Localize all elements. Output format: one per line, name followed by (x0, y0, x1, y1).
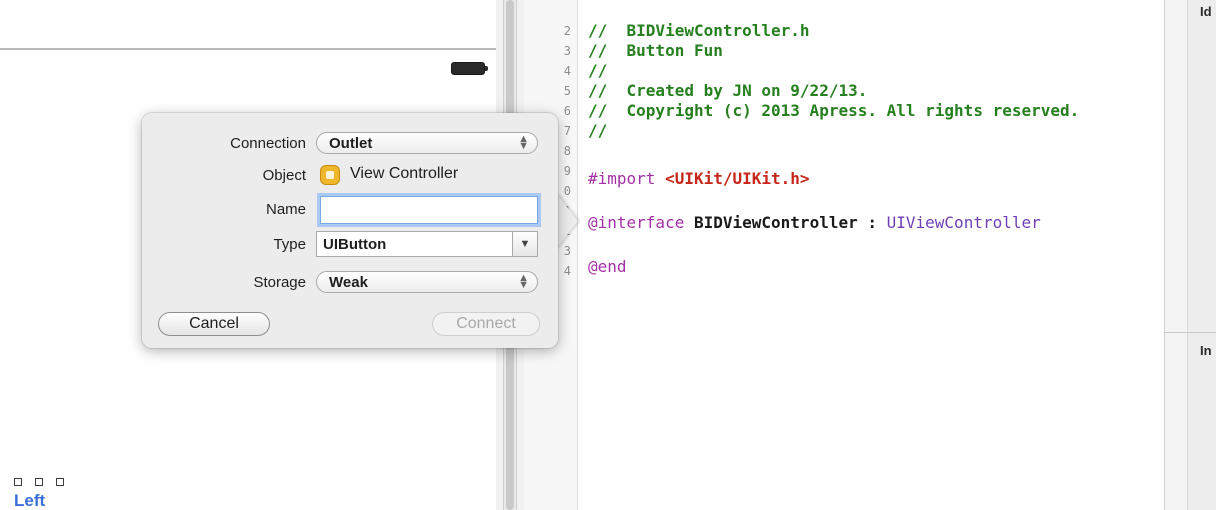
line-number: 5 (563, 84, 571, 98)
object-label: Object (262, 167, 306, 184)
connection-popover: Connection Outlet ▲ ▼ Object View Control… (142, 113, 558, 348)
selection-handles[interactable] (14, 478, 84, 492)
code-token: @interface (588, 213, 694, 232)
code-line[interactable]: @end (588, 257, 627, 277)
code-token: // BIDViewController.h (588, 21, 810, 40)
code-editor[interactable]: // BIDViewController.h// Button Fun//// … (578, 0, 1164, 510)
storage-value: Weak (329, 274, 368, 291)
code-token: BIDViewController : (693, 213, 887, 232)
connect-button[interactable]: Connect (432, 312, 540, 336)
resize-handle-icon[interactable] (35, 478, 43, 486)
up-down-stepper-icon: ▲ ▼ (518, 133, 529, 152)
line-number: 3 (563, 44, 571, 58)
view-controller-icon (320, 165, 340, 185)
code-token: // Copyright (c) 2013 Apress. All rights… (588, 101, 1080, 120)
code-token: UIViewController (886, 213, 1041, 232)
code-line[interactable]: // (588, 121, 607, 141)
inspector-section-label: Id (1200, 4, 1212, 19)
connection-label: Connection (230, 135, 306, 152)
code-line[interactable]: #import <UIKit/UIKit.h> (588, 169, 810, 189)
code-line[interactable]: // BIDViewController.h (588, 21, 810, 41)
name-field[interactable] (320, 196, 538, 224)
object-value: View Controller (350, 165, 459, 182)
code-line[interactable]: // Copyright (c) 2013 Apress. All rights… (588, 101, 1079, 121)
utilities-inspector: Id In (1164, 0, 1216, 510)
code-line[interactable]: // (588, 61, 607, 81)
up-down-stepper-icon: ▲ ▼ (518, 272, 529, 291)
code-line[interactable]: // Button Fun (588, 41, 723, 61)
storage-popup-button[interactable]: Weak ▲ ▼ (316, 271, 538, 293)
connection-popup-button[interactable]: Outlet ▲ ▼ (316, 132, 538, 154)
storage-label: Storage (253, 274, 306, 291)
code-token: // Button Fun (588, 41, 723, 60)
popover-arrow (556, 193, 578, 249)
code-token: #import (588, 169, 666, 188)
code-token: // (588, 61, 608, 80)
triangle-down-icon[interactable]: ▼ (512, 232, 537, 256)
line-number: 7 (563, 124, 571, 138)
canvas-button-label[interactable]: Left (14, 492, 45, 510)
name-label: Name (265, 201, 306, 218)
line-number: 4 (563, 264, 571, 278)
line-number: 6 (563, 104, 571, 118)
resize-handle-icon[interactable] (14, 478, 22, 486)
code-line[interactable]: @interface BIDViewController : UIViewCon… (588, 213, 1041, 233)
line-number: 2 (563, 24, 571, 38)
view-top-edge (0, 48, 496, 50)
resize-handle-icon[interactable] (56, 478, 64, 486)
code-token: <UIKit/UIKit.h> (665, 169, 810, 188)
inspector-section-label: In (1200, 343, 1212, 358)
line-number: 9 (563, 164, 571, 178)
type-value: UIButton (323, 236, 387, 253)
connection-value: Outlet (329, 135, 373, 152)
code-line[interactable]: // Created by JN on 9/22/13. (588, 81, 867, 101)
inspector-divider (1165, 332, 1216, 333)
line-number: 4 (563, 64, 571, 78)
battery-icon (451, 62, 488, 75)
line-number: 8 (563, 144, 571, 158)
code-token: @end (588, 257, 627, 276)
code-token: // Created by JN on 9/22/13. (588, 81, 868, 100)
code-token: // (588, 121, 608, 140)
type-combo-box[interactable]: UIButton ▼ (316, 231, 538, 257)
cancel-button[interactable]: Cancel (158, 312, 270, 336)
type-label: Type (273, 236, 306, 253)
inspector-panel (1187, 0, 1216, 510)
